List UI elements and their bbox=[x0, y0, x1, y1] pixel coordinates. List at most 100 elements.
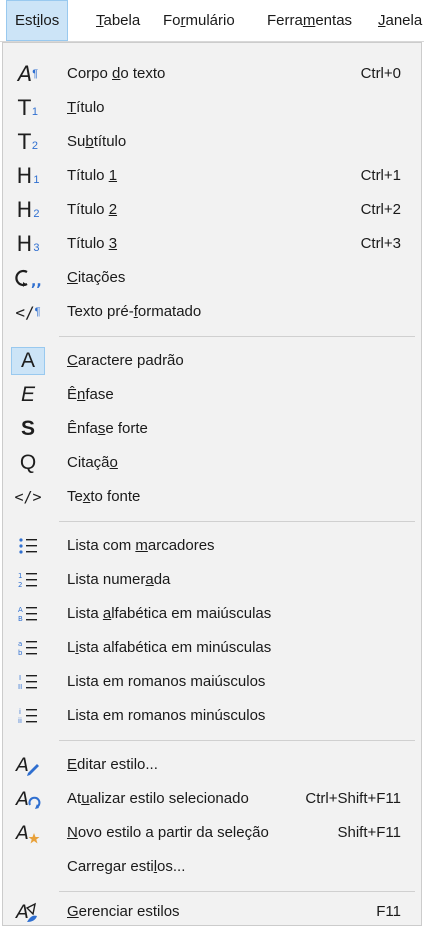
uppercase-alpha-list-icon-graphic: A B bbox=[18, 606, 37, 623]
label-accel: C bbox=[67, 352, 78, 369]
menu-item-atualizar-estilo[interactable]: A Atualizar estilo selecionado Ctrl+Shif… bbox=[3, 782, 421, 816]
label-pre: Lista bbox=[67, 605, 103, 622]
paragraph-style-icon-pilcrow: ¶ bbox=[32, 68, 39, 80]
menu-item-label: Lista em romanos minúsculos bbox=[67, 699, 265, 733]
svg-text:II: II bbox=[18, 683, 22, 691]
menu-formulario-label-post: mulário bbox=[185, 12, 235, 29]
heading-3-icon: H3 bbox=[11, 230, 45, 258]
menu-item-label: Ênfase forte bbox=[67, 412, 148, 446]
strong-emphasis-icon: S bbox=[11, 415, 45, 443]
menu-item-label: Lista alfabética em minúsculas bbox=[67, 631, 271, 665]
menu-item-citacoes[interactable]: ,, Citações bbox=[3, 261, 421, 295]
menu-item-citacao[interactable]: Q Citação bbox=[3, 446, 421, 480]
menu-item-label: Ênfase bbox=[67, 378, 114, 412]
menu-item-titulo[interactable]: T1 Título bbox=[3, 91, 421, 125]
uppercase-roman-list-icon: I II bbox=[11, 668, 45, 696]
label-accel: 2 bbox=[108, 201, 118, 218]
label-post: ditar estilo... bbox=[77, 756, 158, 773]
menu-item-novo-estilo[interactable]: A Novo estilo a partir da seleção Shift+… bbox=[3, 816, 421, 850]
label-post: título bbox=[93, 133, 127, 150]
update-style-icon: A bbox=[11, 785, 45, 813]
paragraph-style-icon-letter: A bbox=[17, 62, 33, 86]
label-accel: 1 bbox=[108, 167, 118, 184]
menu-item-shortcut: Ctrl+0 bbox=[360, 65, 401, 82]
menu-item-label: Citação bbox=[67, 446, 118, 480]
menu-ferramentas[interactable]: Ferramentas bbox=[267, 0, 352, 41]
menu-item-subtitulo[interactable]: T2 Subtítulo bbox=[3, 125, 421, 159]
label-pre: Lista em romanos minúsculos bbox=[67, 707, 266, 724]
label-post: arcadores bbox=[147, 537, 215, 554]
menu-formulario-label-pre: Fo bbox=[163, 12, 181, 29]
menu-item-lista-marcadores[interactable]: Lista com marcadores bbox=[3, 529, 421, 563]
menu-item-label: Editar estilo... bbox=[67, 748, 158, 782]
subtitle-icon-letter: T bbox=[18, 130, 31, 154]
uppercase-roman-list-icon-graphic: I II bbox=[18, 674, 37, 691]
menu-item-lista-alfa-minusculas[interactable]: a b Lista alfabética em minúsculas bbox=[3, 631, 421, 665]
menu-item-gerenciar-estilos[interactable]: A Gerenciar estilos F11 bbox=[3, 895, 421, 929]
uppercase-alpha-list-icon: A B bbox=[11, 600, 45, 628]
svg-text:a: a bbox=[18, 640, 22, 648]
numbered-list-icon: 1 2 bbox=[11, 566, 45, 594]
menu-estilos[interactable]: Estilos bbox=[6, 0, 69, 41]
menu-item-texto-fonte[interactable]: </> Texto fonte bbox=[3, 480, 421, 514]
menu-item-shortcut: Ctrl+Shift+F11 bbox=[305, 790, 401, 807]
label-post: alizar estilo selecionado bbox=[89, 790, 249, 807]
label-accel: a bbox=[102, 605, 112, 622]
menu-item-label: Título 2 bbox=[67, 193, 117, 227]
lowercase-roman-list-icon: i ii bbox=[11, 702, 45, 730]
label-pre: Título bbox=[67, 167, 109, 184]
label-pre: Citaçã bbox=[67, 454, 110, 471]
menu-item-corpo-do-texto[interactable]: A ¶ Corpo do texto Ctrl+0 bbox=[3, 57, 421, 91]
menu-tabela-label-accel: T bbox=[96, 12, 104, 29]
menu-separator bbox=[59, 336, 415, 337]
label-accel: o bbox=[109, 454, 118, 471]
menu-item-carregar-estilos[interactable]: Carregar estilos... bbox=[3, 850, 421, 884]
label-post: os... bbox=[157, 858, 186, 875]
default-character-icon-letter: A bbox=[20, 349, 35, 372]
lowercase-alpha-list-icon-graphic: a b bbox=[18, 640, 37, 657]
menu-janela-label-post: anela bbox=[385, 12, 423, 29]
menu-item-lista-romanos-minusculos[interactable]: i ii Lista em romanos minúsculos bbox=[3, 699, 421, 733]
menu-item-titulo-2[interactable]: H2 Título 2 Ctrl+2 bbox=[3, 193, 421, 227]
menu-item-lista-numerada[interactable]: 1 2 Lista numerada bbox=[3, 563, 421, 597]
lowercase-alpha-list-icon: a b bbox=[11, 634, 45, 662]
menu-item-lista-romanos-maiusculos[interactable]: I II Lista em romanos maiúsculos bbox=[3, 665, 421, 699]
menu-separator bbox=[59, 891, 415, 892]
label-post: erenciar estilos bbox=[78, 903, 180, 920]
menu-item-caractere-padrao[interactable]: A Caractere padrão bbox=[3, 344, 421, 378]
svg-text:1: 1 bbox=[18, 572, 22, 580]
menu-tabela[interactable]: Tabela bbox=[96, 0, 140, 41]
menu-item-label: Carregar estilos... bbox=[67, 850, 185, 884]
label-post: aractere padrão bbox=[77, 352, 184, 369]
menu-item-enfase[interactable]: E Ênfase bbox=[3, 378, 421, 412]
menu-item-enfase-forte[interactable]: S Ênfase forte bbox=[3, 412, 421, 446]
label-post: ítulo bbox=[76, 99, 105, 116]
menu-item-label: Caractere padrão bbox=[67, 344, 184, 378]
svg-text:A: A bbox=[15, 788, 29, 810]
label-pre: At bbox=[67, 790, 82, 807]
edit-style-icon: A bbox=[11, 751, 45, 779]
heading-icon-number: 3 bbox=[33, 242, 40, 254]
label-pre: Te bbox=[67, 488, 83, 505]
menu-item-titulo-1[interactable]: H1 Título 1 Ctrl+1 bbox=[3, 159, 421, 193]
menu-janela[interactable]: Janela bbox=[378, 0, 422, 41]
menu-ferramentas-label-post: entas bbox=[315, 12, 353, 29]
manage-styles-icon: A bbox=[11, 898, 45, 926]
menu-item-label: Título 1 bbox=[67, 159, 117, 193]
menu-item-texto-preformatado[interactable]: </¶ Texto pré-formatado bbox=[3, 295, 421, 329]
preformatted-icon-pilcrow: ¶ bbox=[34, 306, 41, 318]
label-accel: N bbox=[67, 824, 78, 841]
label-post: ormatado bbox=[137, 303, 202, 320]
label-post: sta alfabética em minúsculas bbox=[78, 639, 272, 656]
label-pre: Texto pré- bbox=[67, 303, 134, 320]
menu-item-titulo-3[interactable]: H3 Título 3 Ctrl+3 bbox=[3, 227, 421, 261]
menu-item-label: Título bbox=[67, 91, 105, 125]
label-pre: Lista em romanos maiúsculos bbox=[67, 673, 266, 690]
menu-item-lista-alfa-maiusculas[interactable]: A B Lista alfabética em maiúsculas bbox=[3, 597, 421, 631]
label-pre: Título bbox=[67, 235, 109, 252]
label-accel: E bbox=[67, 756, 78, 773]
menu-item-editar-estilo[interactable]: A Editar estilo... bbox=[3, 748, 421, 782]
menu-formulario[interactable]: Formulário bbox=[163, 0, 235, 41]
label-post: lfabética em maiúsculas bbox=[111, 605, 272, 622]
menu-item-label: Lista em romanos maiúsculos bbox=[67, 665, 265, 699]
